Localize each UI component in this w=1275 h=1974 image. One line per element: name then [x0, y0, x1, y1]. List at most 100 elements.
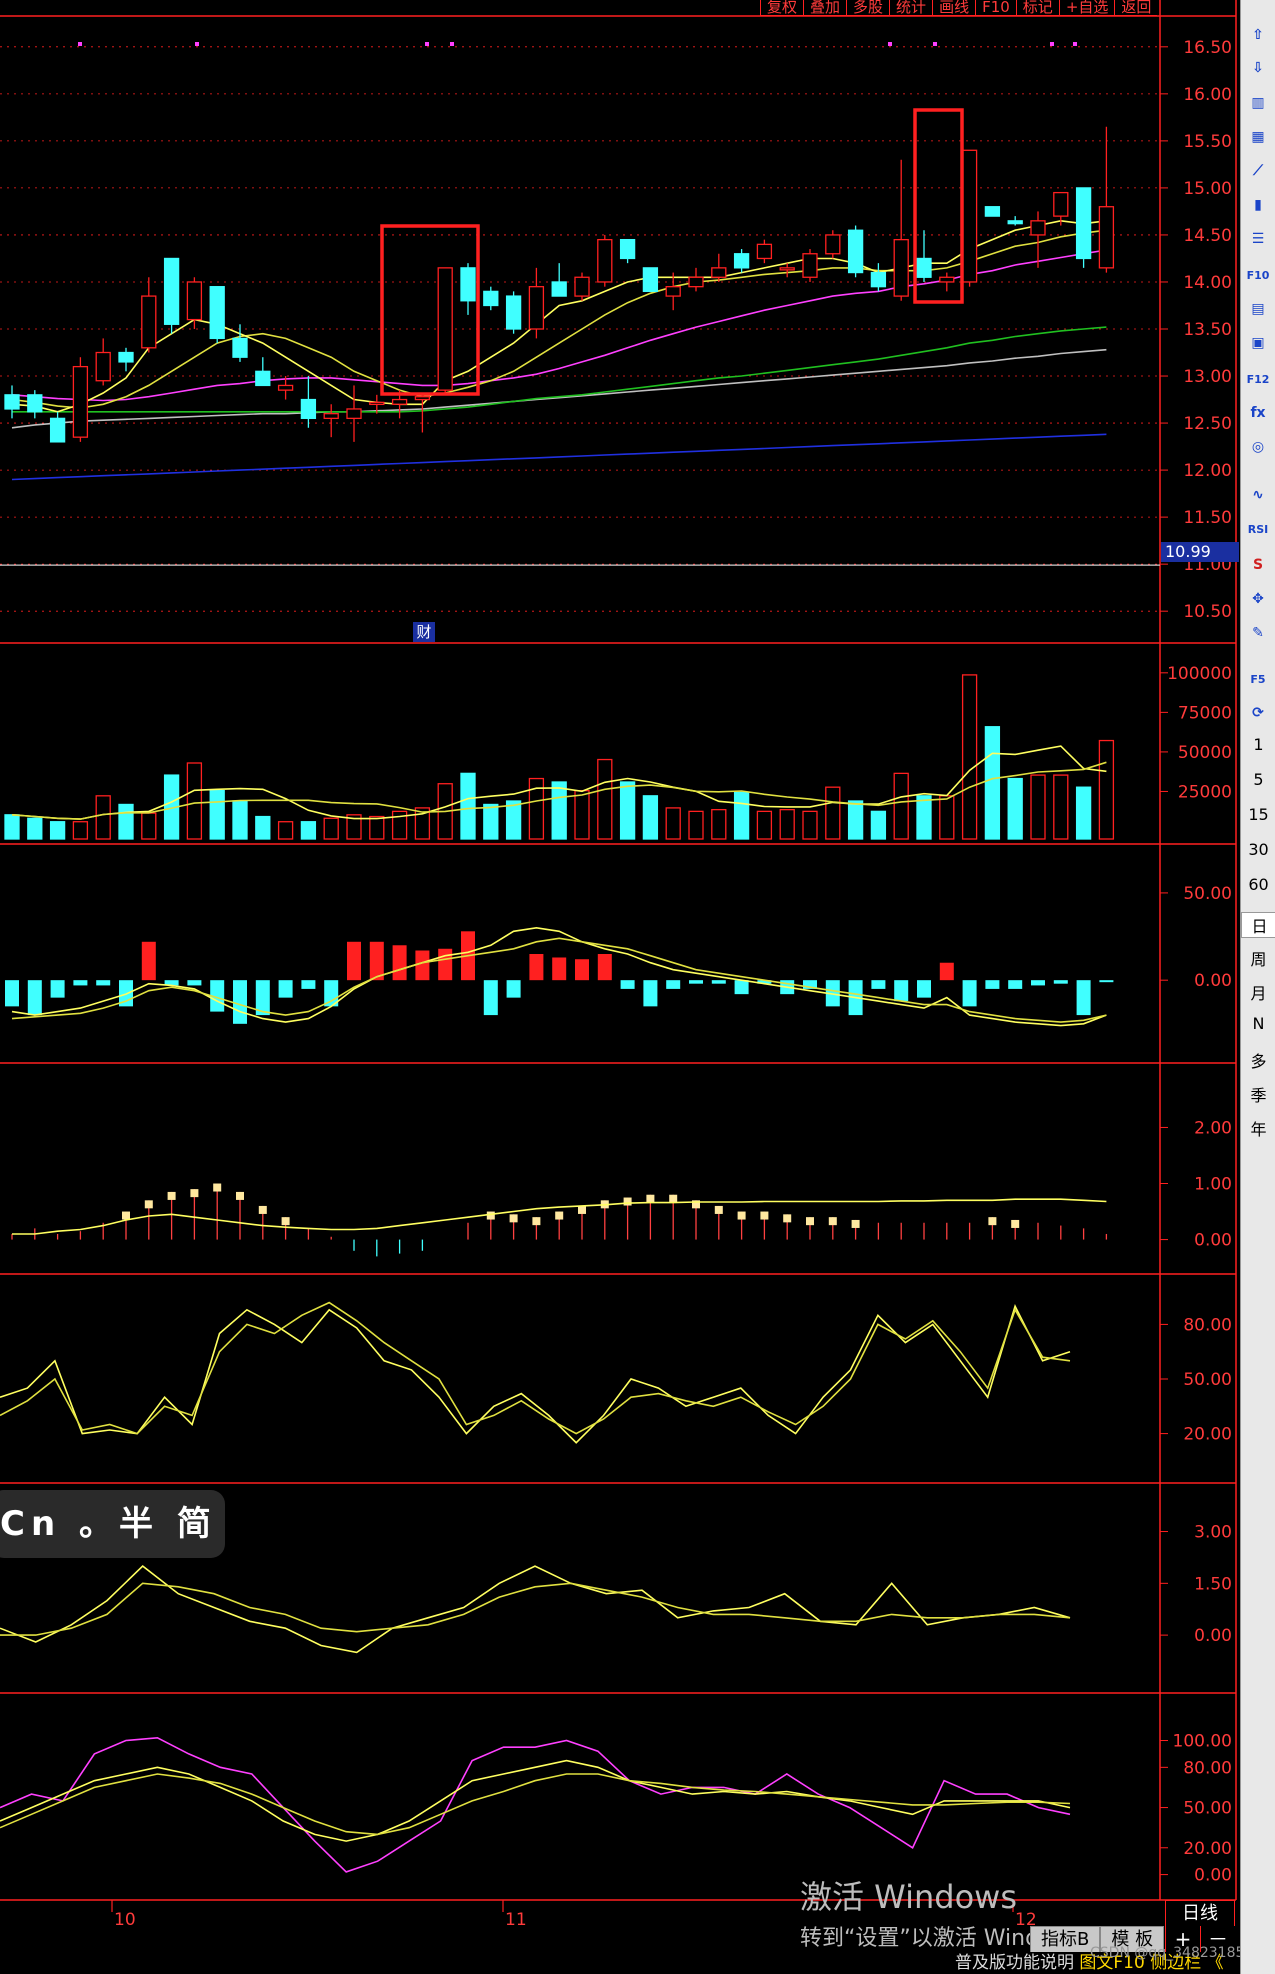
candle-body-36	[825, 234, 841, 255]
macd-tick-label-1: 0.00	[1194, 971, 1232, 991]
toolbar-button-8[interactable]: 返回	[1114, 0, 1158, 16]
ind6-tick-label-3: 20.00	[1183, 1839, 1232, 1859]
wave-icon[interactable]: ∿	[1245, 482, 1271, 508]
macd-bar-30	[689, 980, 703, 984]
date-tick-label-1: 11	[505, 1910, 527, 1930]
kline-icon[interactable]: ▥	[1245, 90, 1271, 116]
candle-body-1	[27, 394, 43, 413]
finance-report-marker[interactable]: 财	[413, 622, 435, 642]
macd-bar-18	[415, 950, 430, 981]
price-tick-label-2: 15.50	[1183, 132, 1232, 152]
ind5-tick-label-0: 3.00	[1194, 1523, 1232, 1543]
report-icon[interactable]: ▤	[1245, 296, 1271, 322]
date-tick-label-0: 10	[114, 1910, 136, 1930]
f10-icon[interactable]: F10	[1245, 262, 1271, 288]
move-icon[interactable]: ✥	[1245, 586, 1271, 612]
macd-bar-10	[233, 980, 247, 1024]
arrow-up-icon[interactable]: ⇧	[1245, 22, 1271, 48]
candle-body-32	[733, 253, 750, 269]
circle-icon[interactable]: ◎	[1245, 434, 1271, 460]
period-button-2[interactable]: 15	[1241, 805, 1275, 824]
macd-bar-19	[438, 948, 453, 981]
stock-chart[interactable]: 16.50 16.00 15.50 15.00 14.50 14.00 13.50 13.00…	[0, 0, 1240, 1974]
ind5-tick-label-1: 1.50	[1194, 1574, 1232, 1594]
ind3-dot-12	[281, 1217, 290, 1226]
period-button-11[interactable]: 年	[1241, 1116, 1275, 1140]
grid-icon[interactable]: ▦	[1245, 124, 1271, 150]
candle-body-27	[619, 238, 636, 260]
period-button-3[interactable]: 30	[1241, 840, 1275, 859]
period-button-4[interactable]: 60	[1241, 875, 1275, 894]
volume-bar-38	[870, 810, 887, 840]
candle-body-42	[961, 149, 978, 283]
toolbar-button-0[interactable]: 复权	[760, 0, 804, 16]
arrow-down-icon[interactable]: ⇩	[1245, 55, 1271, 81]
fx-icon[interactable]: fx	[1245, 400, 1271, 426]
price-ma30-line	[12, 326, 1107, 413]
macd-bar-40	[917, 980, 931, 998]
volume-tick-label-3: 25000	[1178, 782, 1232, 802]
toolbar-button-7[interactable]: +自选	[1058, 0, 1115, 16]
pencil-icon[interactable]: ✎	[1245, 620, 1271, 646]
ind5-line-1	[0, 1582, 1071, 1636]
ind3-dot-37	[851, 1219, 860, 1228]
candle-body-21	[483, 290, 499, 307]
volume-bar-43	[984, 726, 1001, 840]
f5-icon[interactable]: F5	[1245, 666, 1271, 692]
period-button-8[interactable]: N	[1241, 1014, 1275, 1033]
toolbar-button-4[interactable]: 画线	[932, 0, 976, 16]
volume-bar-20	[460, 772, 476, 840]
candle-body-17	[391, 398, 408, 405]
macd-bar-12	[278, 980, 293, 998]
event-marker-0	[78, 42, 82, 46]
volume-bar-37	[847, 800, 864, 840]
list-icon[interactable]: ☰	[1245, 226, 1271, 252]
ind3-dot-33	[760, 1211, 769, 1220]
toolbar-button-6[interactable]: 标记	[1015, 0, 1059, 16]
volume-bar-5	[118, 803, 134, 840]
candle-icon[interactable]: ▮	[1245, 192, 1271, 218]
price-ma60-line	[11, 348, 1107, 429]
period-button-5[interactable]: 日	[1241, 912, 1275, 938]
grid-lines	[0, 46, 1160, 612]
ind3-dot-34	[783, 1214, 792, 1223]
volume-bar-39	[893, 772, 909, 840]
volume-bar-34	[779, 808, 795, 840]
ind6-line-2	[0, 1773, 1071, 1836]
ind3-dot-21	[486, 1211, 495, 1220]
period-button-9[interactable]: 多	[1241, 1048, 1275, 1072]
volume-bar-4	[95, 795, 111, 840]
candle-body-33	[756, 243, 773, 260]
refresh-icon[interactable]: ⟳	[1245, 700, 1271, 726]
line-chart-icon[interactable]: ⟋	[1245, 158, 1271, 184]
volume-bar-24	[551, 781, 567, 840]
calendar-icon[interactable]: ▣	[1245, 330, 1271, 356]
candle-body-30	[688, 276, 704, 288]
period-label: 日线	[1165, 1900, 1235, 1928]
ind3-dot-43	[988, 1217, 997, 1226]
f12-icon[interactable]: F12	[1245, 366, 1271, 392]
price-tick-label-0: 16.50	[1183, 38, 1232, 58]
toolbar-button-2[interactable]: 多股	[846, 0, 890, 16]
candle-body-31	[711, 267, 727, 278]
toolbar-button-5[interactable]: F10	[975, 0, 1016, 16]
period-button-1[interactable]: 5	[1241, 770, 1275, 789]
period-button-10[interactable]: 季	[1241, 1082, 1275, 1106]
candle-body-25	[574, 276, 590, 297]
price-tick-label-4: 14.50	[1183, 226, 1232, 246]
period-button-7[interactable]: 月	[1241, 980, 1275, 1004]
price-tick-label-1: 16.00	[1183, 85, 1232, 105]
ime-status-bar[interactable]: Cn 。半 简	[0, 1490, 225, 1558]
candle-body-19	[437, 267, 453, 391]
ind6-tick-label-4: 0.00	[1194, 1866, 1232, 1886]
candle-body-7	[163, 257, 180, 325]
period-button-6[interactable]: 周	[1241, 946, 1275, 970]
status-help-link[interactable]: 普及版功能说明	[955, 1953, 1074, 1973]
period-button-0[interactable]: 1	[1241, 735, 1275, 754]
s-icon[interactable]: S	[1245, 552, 1271, 578]
toolbar-button-3[interactable]: 统计	[889, 0, 933, 16]
price-tick-label-12: 10.50	[1183, 602, 1232, 622]
toolbar-button-1[interactable]: 叠加	[803, 0, 847, 16]
rsi-icon[interactable]: RSI	[1245, 516, 1271, 542]
macd-bar-28	[643, 980, 658, 1007]
